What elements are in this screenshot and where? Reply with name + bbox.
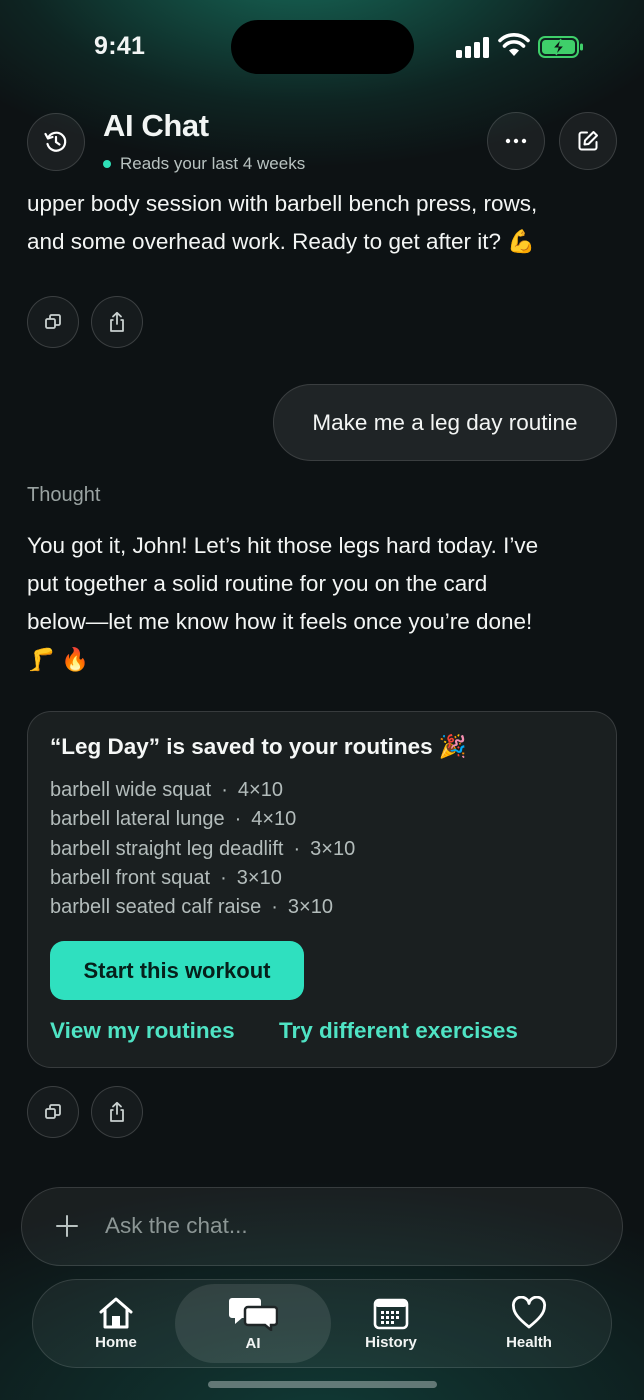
new-chat-button[interactable] <box>559 112 617 170</box>
exercise-name: barbell straight leg deadlift <box>50 837 284 860</box>
tab-label: History <box>365 1334 417 1351</box>
tab-ai[interactable]: AI <box>175 1284 331 1363</box>
separator: · <box>271 896 278 919</box>
exercise-row: barbell seated calf raise · 3×10 <box>50 893 355 922</box>
heart-icon <box>511 1296 547 1329</box>
tab-label: Health <box>506 1334 552 1351</box>
dynamic-island <box>231 20 414 74</box>
exercise-list: barbell wide squat · 4×10 barbell lateral … <box>50 776 355 922</box>
exercise-sets: 3×10 <box>236 866 282 889</box>
calendar-icon <box>373 1298 409 1330</box>
chat-input-placeholder[interactable]: Ask the chat... <box>105 1213 248 1239</box>
exercise-row: barbell lateral lunge · 4×10 <box>50 805 355 834</box>
separator: · <box>234 808 242 831</box>
more-options-button[interactable] <box>487 112 545 170</box>
ai-message-reply: You got it, John! Let’s hit those legs h… <box>27 527 617 679</box>
status-time: 9:41 <box>94 32 146 60</box>
exercise-row: barbell front squat · 3×10 <box>50 864 355 893</box>
context-subtitle: Reads your last 4 weeks <box>103 154 305 174</box>
exercise-sets: 3×10 <box>310 837 356 860</box>
routine-card-title: “Leg Day” is saved to your routines 🎉 <box>50 734 467 759</box>
exercise-name: barbell wide squat <box>50 779 212 801</box>
ai-message-line: put together a solid routine for you on … <box>27 571 488 596</box>
home-icon <box>99 1297 133 1329</box>
ai-message-line: and some overhead work. Ready to get aft… <box>27 229 536 254</box>
home-indicator <box>208 1381 437 1388</box>
ai-message-line: upper body session with barbell bench pr… <box>27 191 538 216</box>
exercise-row: barbell wide squat · 4×10 <box>50 776 355 805</box>
copy-icon <box>45 1104 61 1119</box>
chat-bubbles-icon <box>229 1298 278 1331</box>
tab-health[interactable]: Health <box>464 1280 594 1367</box>
start-workout-button[interactable]: Start this workout <box>50 941 304 1000</box>
ai-message-line: You got it, John! Let’s hit those legs h… <box>27 533 539 558</box>
ai-message-previous: upper body session with barbell bench pr… <box>27 185 617 261</box>
chat-input[interactable]: Ask the chat... <box>21 1187 623 1266</box>
tab-label: AI <box>245 1335 261 1352</box>
copy-button[interactable] <box>27 296 79 348</box>
add-attachment-icon[interactable] <box>54 1213 80 1239</box>
share-icon <box>110 1101 124 1122</box>
context-subtitle-text: Reads your last 4 weeks <box>120 154 306 173</box>
exercise-row: barbell straight leg deadlift · 3×10 <box>50 835 355 864</box>
view-routines-link[interactable]: View my routines <box>50 1018 235 1044</box>
share-button[interactable] <box>91 296 143 348</box>
user-message-bubble: Make me a leg day routine <box>273 384 617 461</box>
separator: · <box>293 837 301 860</box>
copy-button[interactable] <box>27 1086 79 1138</box>
battery-charging-icon <box>538 36 583 58</box>
ellipsis-icon <box>505 138 527 144</box>
wifi-icon <box>498 33 530 56</box>
thought-toggle[interactable]: Thought <box>27 484 100 507</box>
share-button[interactable] <box>91 1086 143 1138</box>
exercise-sets: 4×10 <box>251 808 297 831</box>
copy-icon <box>45 314 61 329</box>
try-different-exercises-link[interactable]: Try different exercises <box>279 1018 518 1044</box>
tab-label: Home <box>95 1334 137 1351</box>
tab-home[interactable]: Home <box>51 1280 181 1367</box>
exercise-name: barbell front squat <box>50 866 211 889</box>
tab-bar: Home AI History Health <box>32 1279 612 1368</box>
exercise-name: barbell seated calf raise <box>50 896 262 919</box>
chat-history-button[interactable] <box>27 113 85 171</box>
separator: · <box>221 779 228 801</box>
cellular-signal-icon <box>456 36 490 58</box>
exercise-name: barbell lateral lunge <box>50 808 225 831</box>
user-message-text: Make me a leg day routine <box>312 409 578 435</box>
tab-history[interactable]: History <box>326 1280 456 1367</box>
ai-message-line: below—let me know how it feels once you’… <box>27 609 533 634</box>
history-clock-icon <box>44 131 67 152</box>
exercise-sets: 3×10 <box>287 896 333 919</box>
status-dot <box>103 160 111 168</box>
page-title: AI Chat <box>103 108 209 143</box>
share-icon <box>110 311 124 332</box>
routine-card: “Leg Day” is saved to your routines 🎉 ba… <box>27 711 617 1068</box>
separator: · <box>220 866 227 889</box>
compose-icon <box>578 131 598 151</box>
ai-message-line: 🦵 🔥 <box>27 647 90 672</box>
exercise-sets: 4×10 <box>237 779 283 801</box>
